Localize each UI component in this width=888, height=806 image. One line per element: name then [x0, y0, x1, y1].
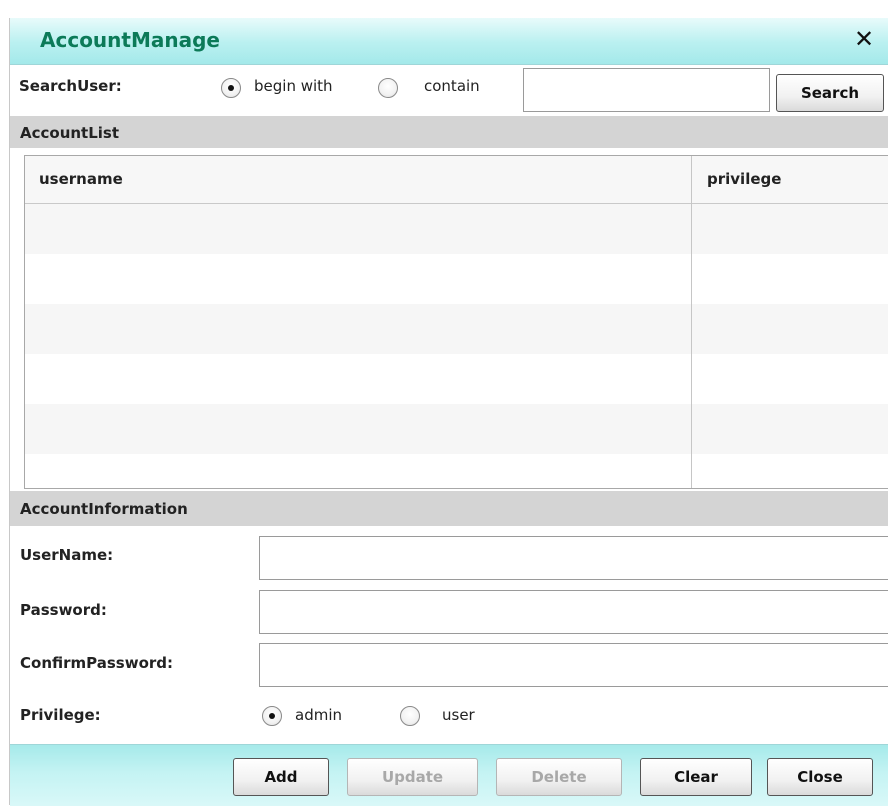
radio-contain-label[interactable]: contain — [424, 77, 480, 95]
add-button[interactable]: Add — [233, 758, 329, 796]
account-table[interactable]: username privilege — [24, 155, 888, 489]
password-label: Password: — [20, 601, 107, 619]
account-manage-dialog: AccountManage ✕ SearchUser: begin with c… — [9, 18, 888, 806]
radio-begin-with-label[interactable]: begin with — [254, 77, 333, 95]
radio-admin[interactable] — [262, 706, 282, 726]
radio-user-label[interactable]: user — [442, 706, 475, 724]
confirm-password-label: ConfirmPassword: — [20, 654, 174, 672]
table-row — [25, 404, 888, 454]
table-row — [25, 304, 888, 354]
table-row — [25, 204, 888, 254]
close-button[interactable]: Close — [767, 758, 873, 796]
confirm-password-field[interactable] — [259, 643, 888, 687]
column-divider — [691, 156, 692, 488]
search-user-label: SearchUser: — [19, 77, 122, 95]
footer-bar: Add Update Delete Clear Close — [10, 744, 888, 806]
password-field[interactable] — [259, 590, 888, 634]
account-information-title: AccountInformation — [20, 500, 188, 518]
update-button[interactable]: Update — [347, 758, 478, 796]
account-information-header: AccountInformation — [10, 491, 888, 526]
radio-user[interactable] — [400, 706, 420, 726]
column-header-username[interactable]: username — [39, 170, 123, 188]
clear-button[interactable]: Clear — [640, 758, 752, 796]
table-row — [25, 454, 888, 488]
radio-contain[interactable] — [378, 78, 398, 98]
title-bar[interactable]: AccountManage ✕ — [10, 18, 888, 65]
account-list-header: AccountList — [10, 116, 888, 148]
search-input[interactable] — [523, 68, 770, 112]
column-header-privilege[interactable]: privilege — [707, 170, 781, 188]
table-row — [25, 354, 888, 404]
delete-button[interactable]: Delete — [496, 758, 622, 796]
username-label: UserName: — [20, 546, 114, 564]
search-row: SearchUser: begin with contain Search — [10, 66, 888, 116]
window-title: AccountManage — [40, 28, 220, 52]
table-row — [25, 254, 888, 304]
close-icon[interactable]: ✕ — [849, 24, 879, 54]
table-header: username privilege — [25, 156, 888, 204]
radio-begin-with[interactable] — [221, 78, 241, 98]
username-field[interactable] — [259, 536, 888, 580]
radio-admin-label[interactable]: admin — [295, 706, 342, 724]
search-button[interactable]: Search — [776, 74, 884, 112]
privilege-label: Privilege: — [20, 706, 101, 724]
account-list-title: AccountList — [20, 124, 120, 142]
